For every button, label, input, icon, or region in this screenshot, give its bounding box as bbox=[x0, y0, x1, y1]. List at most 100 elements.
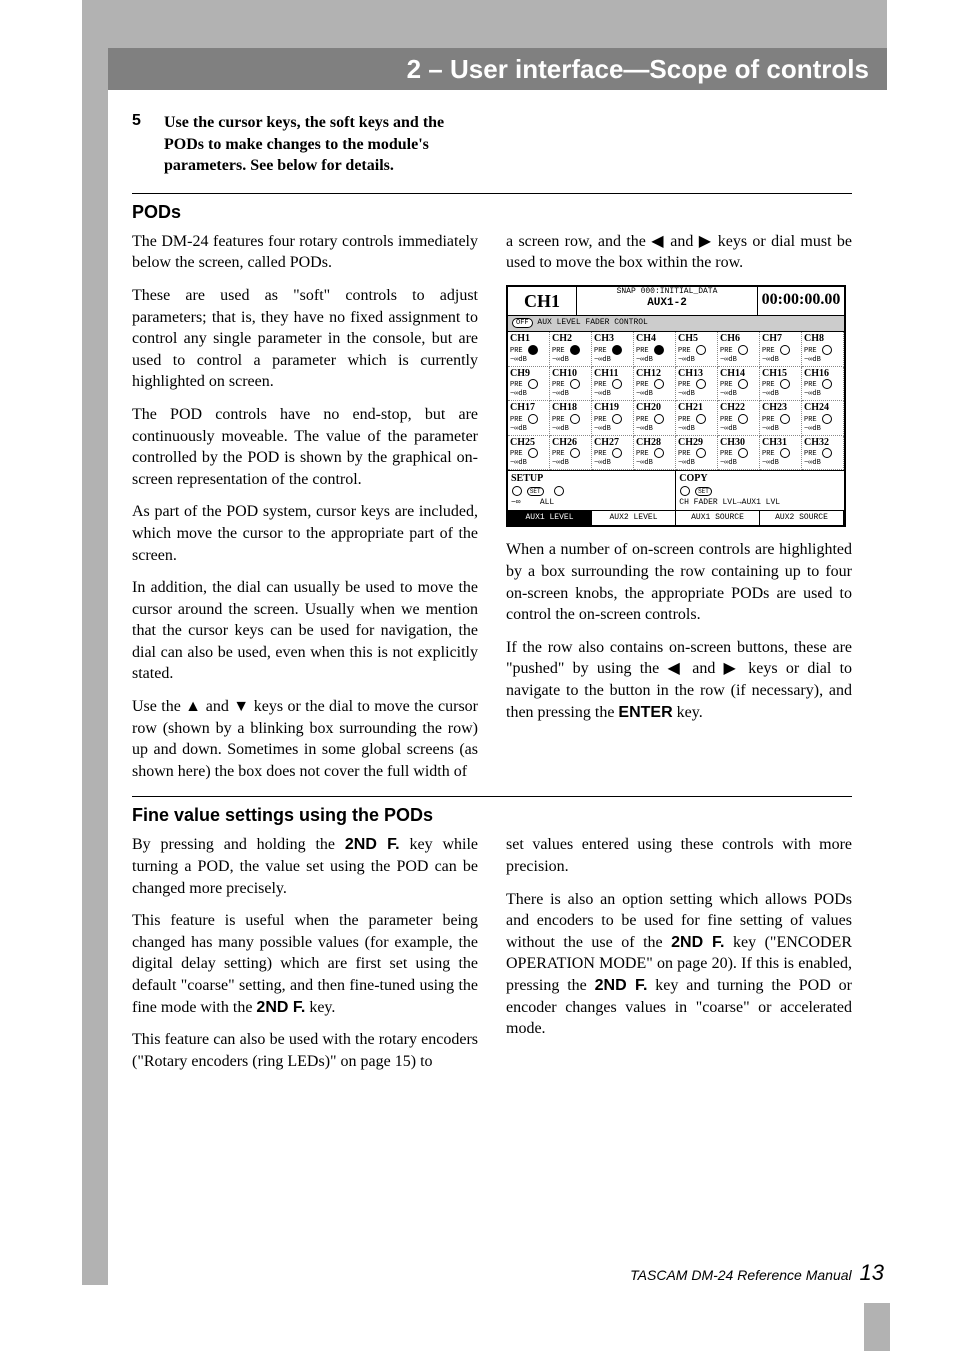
ss-copy-label: COPY bbox=[679, 473, 707, 484]
ss-channel-cell: CH8PRE −∞dB bbox=[802, 332, 844, 367]
ss-timecode: 00:00:00.00 bbox=[758, 287, 844, 315]
ss-mid: SNAP 000:INITIAL_DATA AUX1-2 bbox=[577, 287, 758, 315]
ss-channel: CH1 bbox=[508, 287, 577, 315]
right-triangle-icon: ▶ bbox=[699, 233, 713, 250]
left-gray-bar bbox=[82, 0, 108, 1285]
ss-snap: SNAP 000:INITIAL_DATA bbox=[577, 288, 757, 297]
pods-p1: The DM-24 features four rotary controls … bbox=[132, 231, 478, 274]
fine-p1: By pressing and holding the 2ND F. key w… bbox=[132, 834, 478, 899]
ss-tabs: AUX1 LEVELAUX2 LEVELAUX1 SOURCEAUX2 SOUR… bbox=[508, 510, 844, 526]
enter-key: ENTER bbox=[618, 704, 672, 721]
second-f-key-3: 2ND F. bbox=[671, 934, 724, 951]
pods-p6: Use the ▲ and ▼ keys or the dial to move… bbox=[132, 696, 478, 782]
ss-channel-cell: CH4PRE −∞dB bbox=[634, 332, 676, 367]
up-triangle-icon: ▲ bbox=[185, 698, 201, 715]
fine-p3: This feature can also be used with the r… bbox=[132, 1029, 478, 1072]
pods-p3: The POD controls have no end-stop, but a… bbox=[132, 404, 478, 490]
page-number: 13 bbox=[860, 1260, 884, 1285]
p6b: and bbox=[201, 698, 233, 715]
ss-channel-cell: CH18PRE −∞dB bbox=[550, 401, 592, 436]
top-gray-bar bbox=[82, 0, 887, 48]
ss-channel-cell: CH16PRE −∞dB bbox=[802, 367, 844, 402]
ss-channel-cell: CH28PRE −∞dB bbox=[634, 436, 676, 471]
p7b: and bbox=[665, 233, 699, 250]
ss-copy-text: CH FADER LVL→AUX1 LVL bbox=[679, 498, 780, 507]
ss-setup-label: SETUP bbox=[511, 473, 543, 484]
ss-channel-cell: CH31PRE −∞dB bbox=[760, 436, 802, 471]
ss-setup-all: ALL bbox=[540, 498, 554, 507]
ss-channel-cell: CH9PRE −∞dB bbox=[508, 367, 550, 402]
ss-channel-cell: CH20PRE −∞dB bbox=[634, 401, 676, 436]
p6a: Use the bbox=[132, 698, 185, 715]
fine-p2: This feature is useful when the paramete… bbox=[132, 910, 478, 1018]
ss-subheader: OFF AUX LEVEL FADER CONTROL bbox=[508, 316, 844, 332]
ss-aux: AUX1-2 bbox=[577, 297, 757, 309]
ss-channel-cell: CH5PRE −∞dB bbox=[676, 332, 718, 367]
ss-channel-cell: CH7PRE −∞dB bbox=[760, 332, 802, 367]
second-f-key-2: 2ND F. bbox=[256, 999, 305, 1016]
lcd-screenshot: CH1 SNAP 000:INITIAL_DATA AUX1-2 00:00:0… bbox=[506, 285, 846, 527]
f2c: key. bbox=[305, 999, 335, 1016]
footer-gray-bar bbox=[864, 1303, 890, 1351]
ss-channel-cell: CH14PRE −∞dB bbox=[718, 367, 760, 402]
ss-channel-cell: CH27PRE −∞dB bbox=[592, 436, 634, 471]
ss-channel-cell: CH24PRE −∞dB bbox=[802, 401, 844, 436]
ss-sub-text: AUX LEVEL FADER CONTROL bbox=[537, 318, 647, 327]
pods-p8: When a number of on-screen controls are … bbox=[506, 539, 852, 625]
ss-channel-cell: CH19PRE −∞dB bbox=[592, 401, 634, 436]
left-triangle-icon-2: ◀ bbox=[667, 660, 684, 677]
pods-p2: These are used as "soft" controls to adj… bbox=[132, 285, 478, 393]
p7a: a screen row, and the bbox=[506, 233, 651, 250]
left-triangle-icon: ◀ bbox=[651, 233, 665, 250]
ss-setup-inf: −∞ bbox=[511, 498, 521, 507]
fine-heading: Fine value settings using the PODs bbox=[132, 805, 852, 826]
ss-tab: AUX1 LEVEL bbox=[508, 511, 592, 526]
ss-tab: AUX2 SOURCE bbox=[760, 511, 844, 526]
ss-channel-cell: CH29PRE −∞dB bbox=[676, 436, 718, 471]
ss-channel-cell: CH30PRE −∞dB bbox=[718, 436, 760, 471]
ss-channel-cell: CH13PRE −∞dB bbox=[676, 367, 718, 402]
ss-channel-cell: CH25PRE −∞dB bbox=[508, 436, 550, 471]
ss-channel-cell: CH21PRE −∞dB bbox=[676, 401, 718, 436]
pods-p9: If the row also contains on-screen butto… bbox=[506, 637, 852, 723]
ss-channel-cell: CH6PRE −∞dB bbox=[718, 332, 760, 367]
fine-body: By pressing and holding the 2ND F. key w… bbox=[132, 834, 852, 1072]
chapter-header: 2 – User interface—Scope of controls bbox=[108, 48, 887, 90]
ss-channel-cell: CH22PRE −∞dB bbox=[718, 401, 760, 436]
pods-p7: a screen row, and the ◀ and ▶ keys or di… bbox=[506, 231, 852, 274]
ss-channel-cell: CH17PRE −∞dB bbox=[508, 401, 550, 436]
ss-channel-cell: CH2PRE −∞dB bbox=[550, 332, 592, 367]
fine-p4: set values entered using these controls … bbox=[506, 834, 852, 877]
right-triangle-icon-2: ▶ bbox=[724, 660, 741, 677]
ss-copy-set: SET bbox=[695, 487, 712, 496]
ss-channel-cell: CH26PRE −∞dB bbox=[550, 436, 592, 471]
ss-channel-cell: CH1PRE −∞dB bbox=[508, 332, 550, 367]
p9b: and bbox=[684, 660, 724, 677]
pods-heading: PODs bbox=[132, 202, 852, 223]
step-5-row: 5 Use the cursor keys, the soft keys and… bbox=[132, 112, 852, 177]
step-number: 5 bbox=[132, 112, 164, 177]
ss-channel-cell: CH23PRE −∞dB bbox=[760, 401, 802, 436]
divider-rule bbox=[132, 193, 852, 194]
ss-channel-cell: CH11PRE −∞dB bbox=[592, 367, 634, 402]
pods-p5: In addition, the dial can usually be use… bbox=[132, 577, 478, 685]
ss-channel-cell: CH12PRE −∞dB bbox=[634, 367, 676, 402]
ss-channel-cell: CH32PRE −∞dB bbox=[802, 436, 844, 471]
ss-channel-grid: CH1PRE −∞dBCH2PRE −∞dBCH3PRE −∞dBCH4PRE … bbox=[508, 332, 844, 470]
pods-p4: As part of the POD system, cursor keys a… bbox=[132, 501, 478, 566]
ss-channel-cell: CH3PRE −∞dB bbox=[592, 332, 634, 367]
down-triangle-icon: ▼ bbox=[233, 698, 249, 715]
fine-p5: There is also an option setting which al… bbox=[506, 889, 852, 1040]
f1a: By pressing and holding the bbox=[132, 836, 345, 853]
ss-channel-cell: CH15PRE −∞dB bbox=[760, 367, 802, 402]
footer: TASCAM DM-24 Reference Manual 13 bbox=[630, 1260, 884, 1286]
footer-text: TASCAM DM-24 Reference Manual bbox=[630, 1267, 851, 1283]
ss-tab: AUX2 LEVEL bbox=[592, 511, 676, 526]
second-f-key-4: 2ND F. bbox=[595, 977, 648, 994]
p9e: key. bbox=[673, 704, 703, 721]
divider-rule-2 bbox=[132, 796, 852, 797]
ss-channel-cell: CH10PRE −∞dB bbox=[550, 367, 592, 402]
second-f-key-1: 2ND F. bbox=[345, 836, 400, 853]
ss-tab: AUX1 SOURCE bbox=[676, 511, 760, 526]
step-text: Use the cursor keys, the soft keys and t… bbox=[164, 112, 484, 177]
